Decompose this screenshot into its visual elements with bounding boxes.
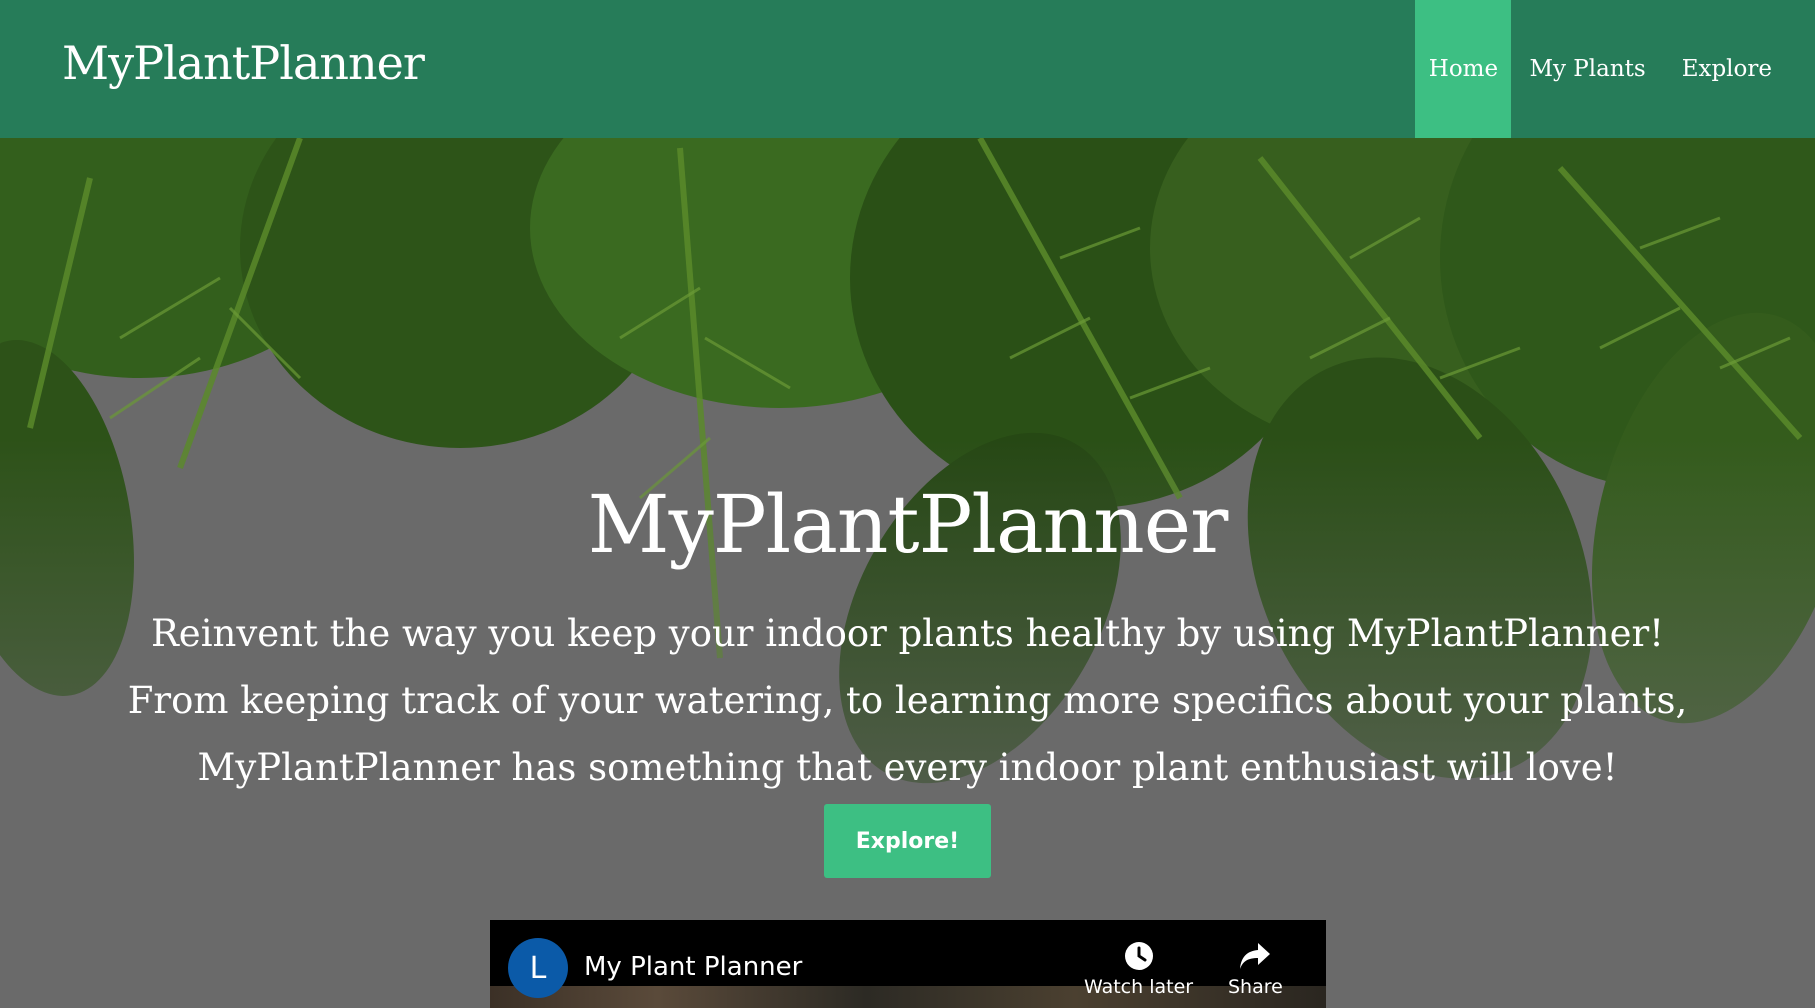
brand-logo[interactable]: MyPlantPlanner bbox=[62, 36, 425, 90]
explore-button[interactable]: Explore! bbox=[824, 804, 991, 878]
video-thumbnail[interactable] bbox=[490, 986, 1326, 1008]
nav-menu: Home My Plants Explore bbox=[1415, 0, 1815, 138]
channel-avatar[interactable]: L bbox=[508, 938, 568, 998]
share-arrow-icon bbox=[1238, 936, 1272, 976]
hero-line: Reinvent the way you keep your indoor pl… bbox=[150, 612, 1665, 655]
hero-line: From keeping track of your watering, to … bbox=[127, 679, 1688, 722]
hero-section: MyPlantPlanner Reinvent the way you keep… bbox=[0, 138, 1815, 1008]
video-title[interactable]: My Plant Planner bbox=[584, 952, 802, 982]
hero-title: MyPlantPlanner bbox=[587, 478, 1229, 571]
nav-item-home[interactable]: Home bbox=[1415, 0, 1512, 138]
share-button[interactable]: Share bbox=[1228, 936, 1283, 998]
video-embed[interactable]: L My Plant Planner Watch later Share bbox=[490, 920, 1326, 1008]
navbar: MyPlantPlanner Home My Plants Explore bbox=[0, 0, 1815, 138]
clock-icon bbox=[1123, 936, 1155, 976]
hero-description: Reinvent the way you keep your indoor pl… bbox=[100, 600, 1715, 801]
nav-item-my-plants[interactable]: My Plants bbox=[1511, 0, 1663, 138]
hero-line: MyPlantPlanner has something that every … bbox=[197, 746, 1618, 789]
watch-later-button[interactable]: Watch later bbox=[1084, 936, 1193, 998]
nav-item-explore[interactable]: Explore bbox=[1664, 0, 1815, 138]
watch-later-label: Watch later bbox=[1084, 976, 1194, 998]
share-label: Share bbox=[1228, 976, 1283, 998]
